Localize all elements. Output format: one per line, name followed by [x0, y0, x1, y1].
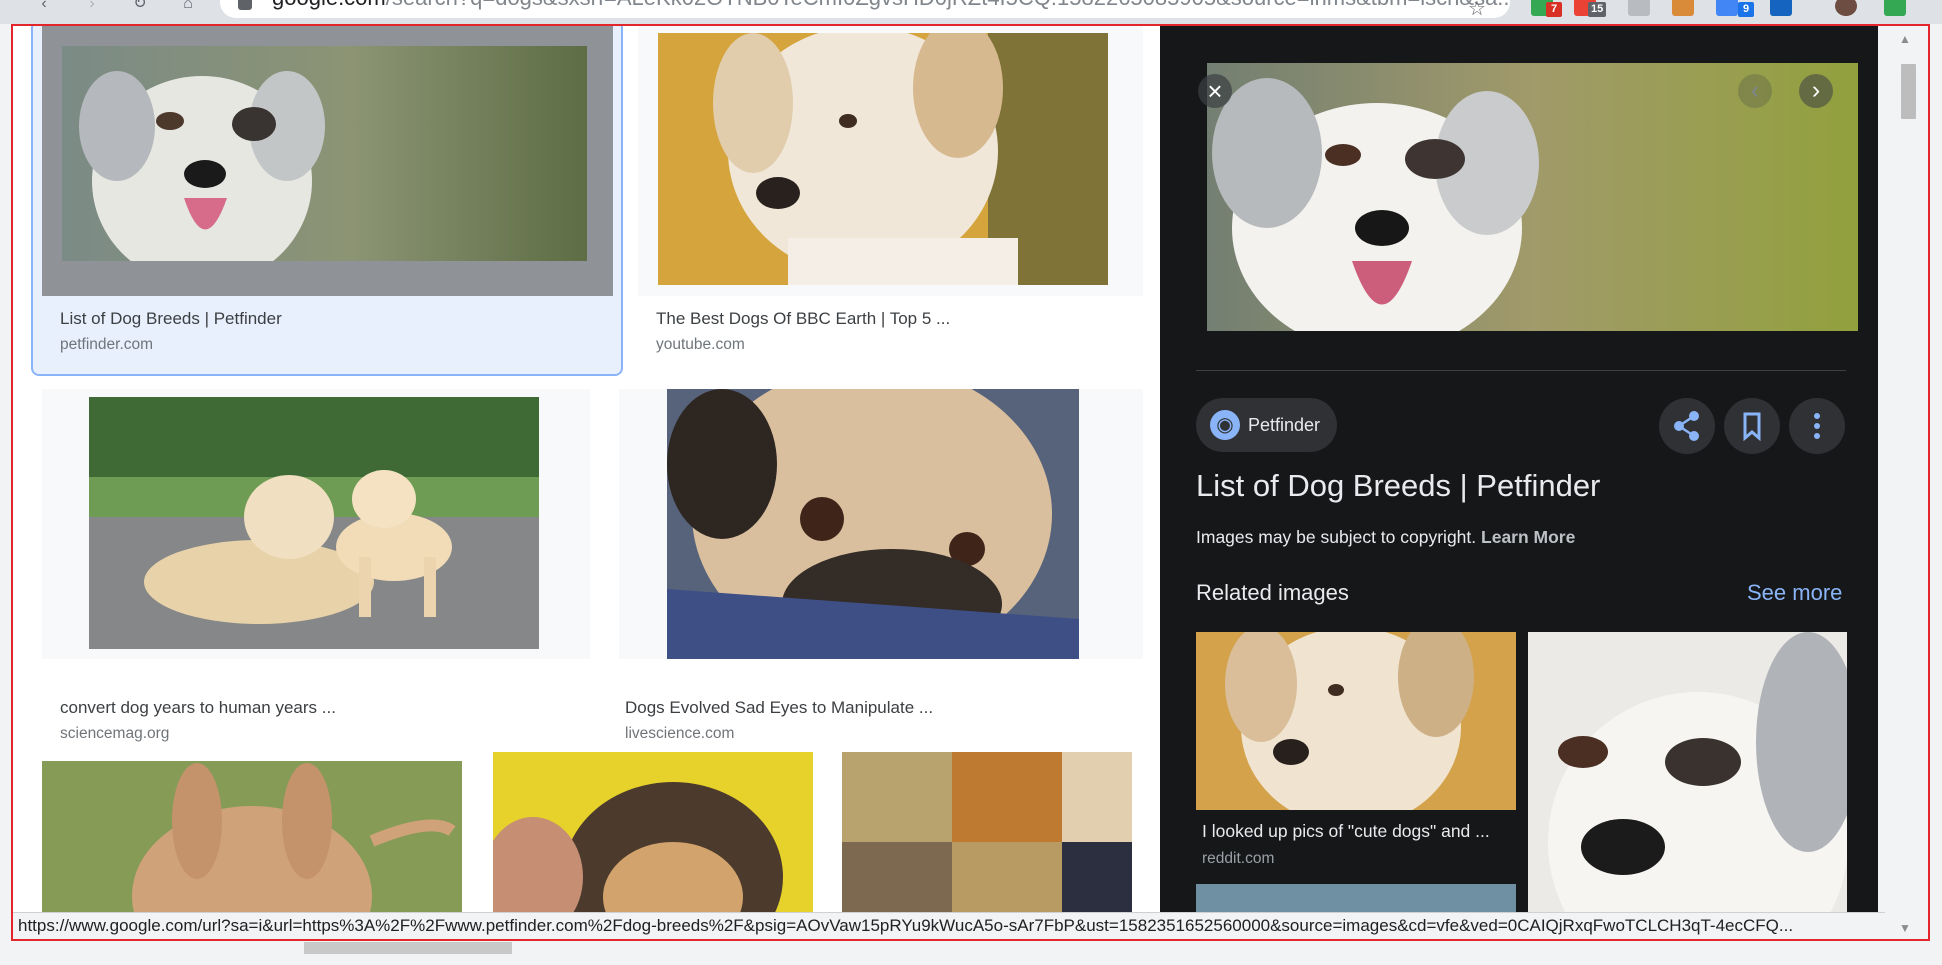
status-bar-link: https://www.google.com/url?sa=i&url=http… — [13, 912, 1885, 939]
result-card-sciencemag[interactable]: convert dog years to human years ... sci… — [42, 389, 590, 742]
result-source: youtube.com — [656, 336, 745, 353]
chevron-right-icon[interactable]: › — [1799, 74, 1833, 108]
horizontal-scrollbar-thumb[interactable] — [304, 942, 512, 954]
more-options-button[interactable] — [1789, 398, 1845, 454]
learn-more-link[interactable]: Learn More — [1481, 527, 1575, 547]
preview-title[interactable]: List of Dog Breeds | Petfinder — [1196, 468, 1600, 504]
related-image[interactable] — [1528, 632, 1847, 939]
extension-icon[interactable] — [1770, 0, 1792, 16]
result-card-livescience[interactable]: Dogs Evolved Sad Eyes to Manipulate ... … — [619, 389, 1143, 742]
url-host: google.com — [272, 0, 386, 10]
more-vert-icon — [1814, 413, 1820, 439]
star-icon[interactable]: ☆ — [1468, 0, 1486, 21]
extension-icon[interactable] — [1628, 0, 1650, 16]
browser-toolbar: ‹ › ↻ ⌂ google.com/search?q=dogs&sxsrf=A… — [0, 0, 1942, 24]
source-name: Petfinder — [1248, 415, 1321, 435]
share-button[interactable] — [1659, 398, 1715, 454]
result-card[interactable] — [493, 752, 813, 939]
result-title: List of Dog Breeds | Petfinder — [60, 309, 282, 328]
pug-thumbnail — [667, 389, 1079, 659]
forward-icon[interactable]: › — [80, 0, 104, 18]
result-source: livescience.com — [625, 725, 735, 742]
chevron-left-icon[interactable]: ‹ — [1738, 74, 1772, 108]
vertical-scrollbar[interactable]: ▲ ▼ — [1878, 26, 1928, 939]
result-source: petfinder.com — [60, 336, 154, 353]
dog-thumbnail — [62, 46, 587, 261]
see-more-link[interactable]: See more — [1747, 580, 1842, 606]
address-bar[interactable]: google.com/search?q=dogs&sxsrf=ALeKk02OT… — [220, 0, 1510, 18]
scroll-up-icon[interactable]: ▲ — [1899, 32, 1911, 46]
lock-icon — [238, 0, 252, 10]
result-card-petfinder[interactable]: List of Dog Breeds | Petfinder petfinder… — [42, 26, 613, 353]
image-results-grid: List of Dog Breeds | Petfinder petfinder… — [13, 26, 1160, 939]
extension-icon[interactable] — [1672, 0, 1694, 16]
page-viewport: List of Dog Breeds | Petfinder petfinder… — [11, 24, 1930, 941]
result-card-youtube[interactable]: The Best Dogs Of BBC Earth | Top 5 ... y… — [638, 26, 1143, 353]
copyright-text: Images may be subject to copyright. — [1196, 527, 1477, 547]
reload-icon[interactable]: ↻ — [128, 0, 152, 18]
extension-badge: 15 — [1588, 2, 1607, 17]
collage-thumbnail — [842, 752, 1132, 939]
result-card[interactable] — [842, 752, 1132, 939]
result-title: The Best Dogs Of BBC Earth | Top 5 ... — [656, 309, 951, 328]
extension-icon[interactable] — [1884, 0, 1906, 16]
dog-thumbnail — [493, 752, 813, 939]
related-source: reddit.com — [1202, 850, 1275, 867]
bookmark-icon — [1743, 412, 1761, 442]
panel-divider — [1196, 370, 1846, 371]
avatar[interactable] — [1835, 0, 1857, 16]
result-source: sciencemag.org — [60, 725, 170, 742]
extension-icon[interactable] — [1716, 0, 1738, 16]
scroll-down-icon[interactable]: ▼ — [1899, 921, 1911, 935]
url-path: /search?q=dogs&sxsrf=ALeKk02OTNB0TeCmI0Z… — [386, 0, 1510, 10]
dogs-thumbnail — [89, 397, 539, 649]
source-chip[interactable]: ◉ Petfinder — [1196, 398, 1337, 452]
back-icon[interactable]: ‹ — [32, 0, 56, 18]
puppy-thumbnail — [658, 33, 1108, 285]
globe-icon: ◉ — [1210, 410, 1240, 440]
related-caption[interactable]: I looked up pics of "cute dogs" and ... — [1202, 821, 1490, 842]
horizontal-scrollbar[interactable] — [0, 941, 1942, 965]
share-icon — [1674, 411, 1699, 441]
related-image[interactable] — [1196, 632, 1516, 810]
close-icon[interactable]: × — [1198, 74, 1232, 108]
scrollbar-thumb[interactable] — [1901, 64, 1916, 119]
result-title: Dogs Evolved Sad Eyes to Manipulate ... — [625, 698, 934, 717]
home-icon[interactable]: ⌂ — [176, 0, 200, 18]
result-title: convert dog years to human years ... — [60, 698, 336, 717]
related-images-heading: Related images — [1196, 580, 1349, 605]
copyright-note: Images may be subject to copyright. Lear… — [1196, 527, 1575, 548]
extension-badge: 9 — [1738, 2, 1754, 17]
bookmark-button[interactable] — [1724, 398, 1780, 454]
extension-badge: 7 — [1546, 2, 1562, 17]
